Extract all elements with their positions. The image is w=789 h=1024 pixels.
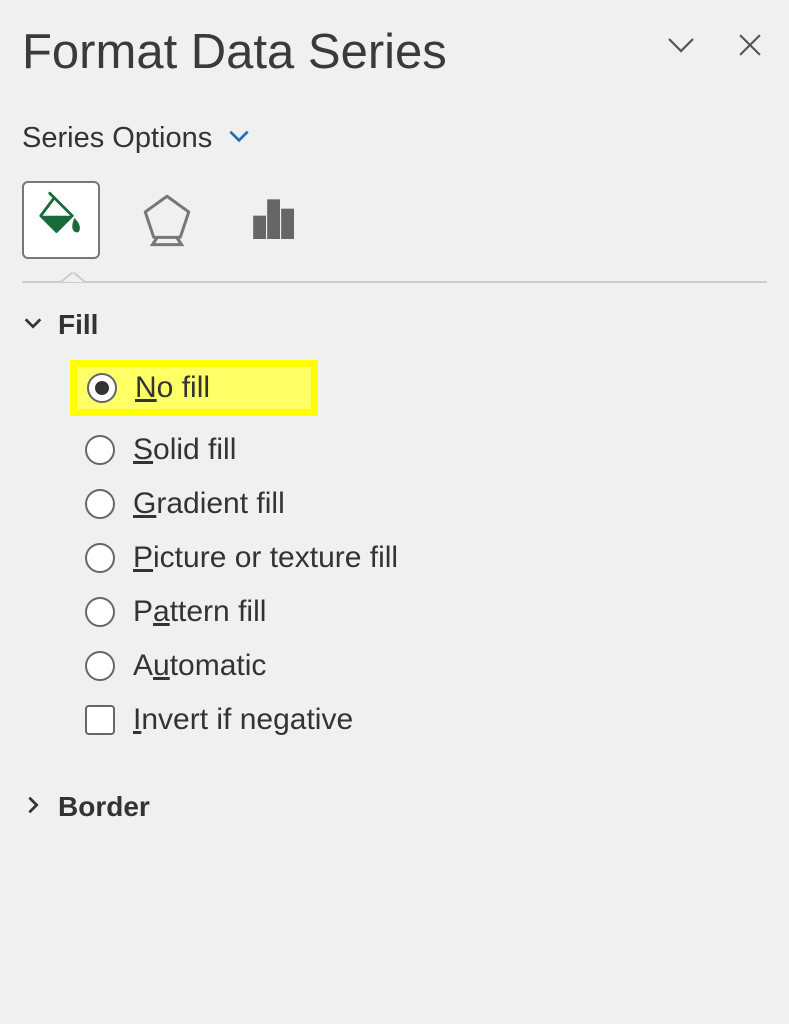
fill-title: Fill — [58, 309, 98, 341]
chevron-down-icon — [226, 123, 252, 154]
radio-icon — [85, 435, 115, 465]
border-section-toggle[interactable]: Border — [22, 791, 767, 823]
radio-label: No fill — [135, 371, 210, 405]
tab-series-options[interactable] — [234, 181, 312, 259]
series-options-label: Series Options — [22, 122, 212, 155]
radio-label: Gradient fill — [133, 487, 285, 521]
pentagon-icon — [138, 189, 196, 252]
radio-solid-fill[interactable]: Solid fill — [77, 423, 767, 477]
fill-section: Fill No fill Solid fill Gradient fill Pi… — [22, 309, 767, 747]
radio-label: Pattern fill — [133, 595, 266, 629]
radio-icon — [85, 597, 115, 627]
pane-title: Format Data Series — [22, 24, 447, 80]
checkbox-invert-if-negative[interactable]: Invert if negative — [77, 693, 767, 747]
radio-pattern-fill[interactable]: Pattern fill — [77, 585, 767, 639]
chevron-down-icon — [22, 309, 44, 341]
checkbox-icon — [85, 705, 115, 735]
tab-effects[interactable] — [128, 181, 206, 259]
radio-no-fill[interactable]: No fill — [77, 367, 311, 409]
radio-icon — [85, 651, 115, 681]
radio-label: Automatic — [133, 649, 266, 683]
fill-section-toggle[interactable]: Fill — [22, 309, 767, 341]
radio-icon — [85, 489, 115, 519]
radio-label: Picture or texture fill — [133, 541, 398, 575]
tab-fill-and-line[interactable] — [22, 181, 100, 259]
collapse-icon[interactable] — [663, 27, 699, 68]
radio-picture-fill[interactable]: Picture or texture fill — [77, 531, 767, 585]
paint-bucket-icon — [34, 191, 88, 250]
pane-header: Format Data Series — [22, 10, 767, 86]
radio-label: Solid fill — [133, 433, 236, 467]
fill-options: No fill Solid fill Gradient fill Picture… — [77, 367, 767, 747]
radio-icon — [87, 373, 117, 403]
category-tabs — [22, 181, 767, 259]
tab-divider — [22, 281, 767, 283]
chevron-right-icon — [22, 791, 44, 823]
series-options-dropdown[interactable]: Series Options — [22, 122, 767, 155]
radio-automatic[interactable]: Automatic — [77, 639, 767, 693]
border-title: Border — [58, 791, 150, 823]
bar-chart-icon — [245, 190, 301, 251]
radio-icon — [85, 543, 115, 573]
close-icon[interactable] — [733, 28, 767, 67]
header-controls — [663, 27, 767, 68]
radio-gradient-fill[interactable]: Gradient fill — [77, 477, 767, 531]
checkbox-label: Invert if negative — [133, 703, 353, 737]
